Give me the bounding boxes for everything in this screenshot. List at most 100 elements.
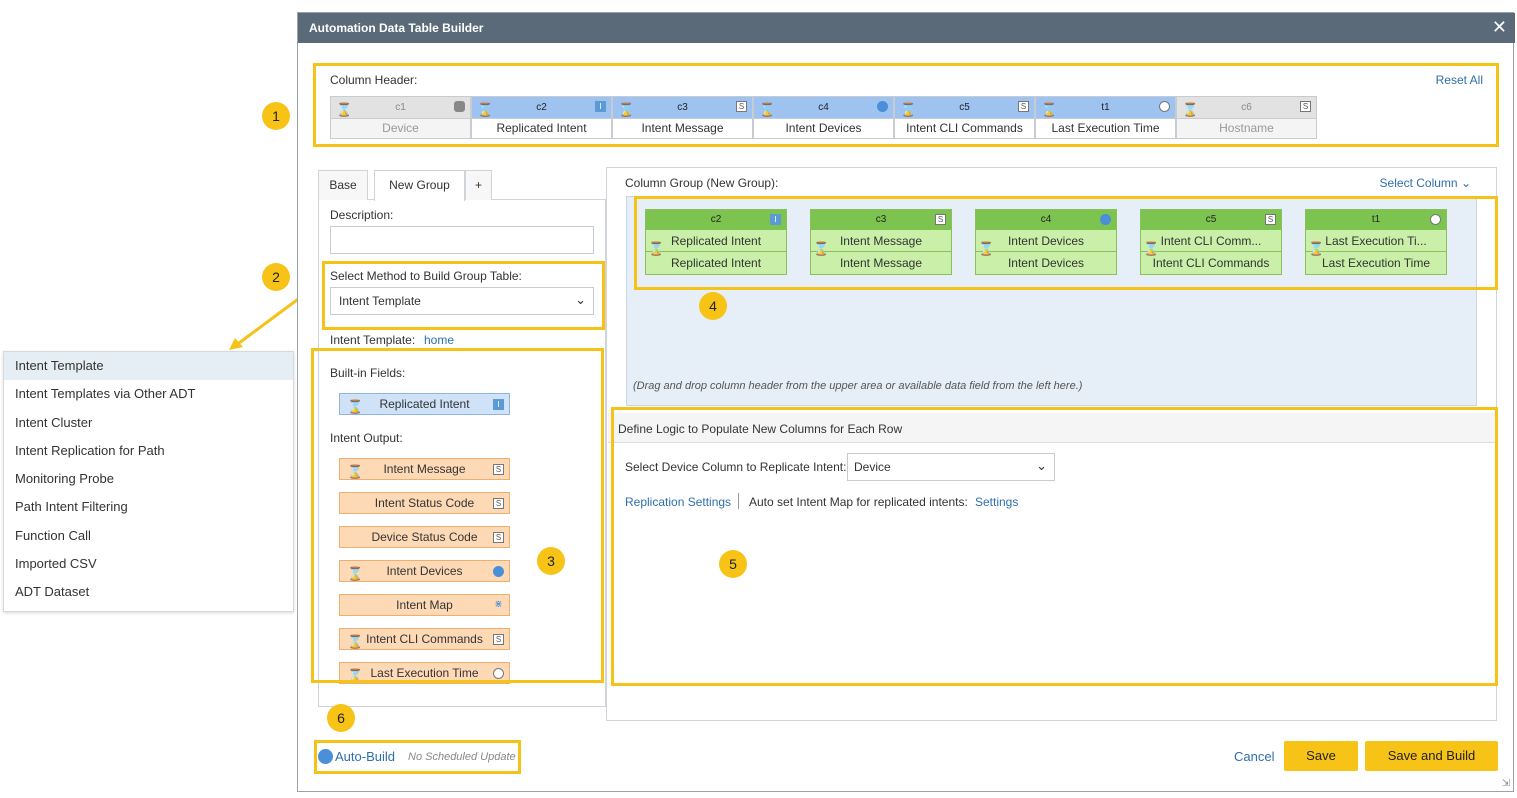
- reset-all-link[interactable]: Reset All: [1436, 73, 1483, 87]
- link-icon: ⌛: [1308, 241, 1325, 256]
- auto-set-label: Auto set Intent Map for replicated inten…: [749, 495, 968, 509]
- description-input[interactable]: [330, 226, 594, 254]
- device-type-icon: [877, 101, 888, 112]
- dropdown-option[interactable]: Intent Template: [4, 352, 293, 381]
- field-intent-cli-commands[interactable]: ⌛ Intent CLI Commands S: [339, 628, 510, 650]
- link-icon: ⌛: [618, 102, 635, 117]
- chevron-down-icon: ⌄: [1036, 458, 1047, 473]
- callout-badge-1: 1: [262, 102, 290, 130]
- link-icon: ⌛: [813, 241, 830, 256]
- link-icon: ⌛: [336, 102, 353, 117]
- link-icon: ⌛: [477, 102, 494, 117]
- device-type-icon: [493, 566, 504, 577]
- chevron-down-icon: ⌄: [1460, 176, 1471, 190]
- logic-title: Define Logic to Populate New Columns for…: [618, 422, 903, 436]
- group-card-t1[interactable]: t1 Last Execution Ti... Last Execution T…: [1305, 209, 1447, 275]
- group-card-c4[interactable]: c4 Intent Devices Intent Devices ⌛: [975, 209, 1117, 275]
- dropdown-option[interactable]: Function Call: [4, 522, 293, 550]
- dropdown-option[interactable]: Intent Cluster: [4, 409, 293, 437]
- field-intent-status-code[interactable]: Intent Status Code S: [339, 492, 510, 514]
- intent-output-label: Intent Output:: [330, 431, 403, 445]
- device-column-select[interactable]: Device ⌄: [847, 453, 1055, 481]
- column-header-c4[interactable]: ⌛ c4 Intent Devices: [753, 96, 894, 139]
- field-replicated-intent[interactable]: ⌛ Replicated Intent I: [339, 393, 510, 415]
- schedule-status: No Scheduled Update: [408, 751, 516, 763]
- column-header-c2[interactable]: ⌛ c2 I Replicated Intent: [471, 96, 612, 139]
- link-icon: ⌛: [900, 102, 917, 117]
- field-intent-message[interactable]: ⌛ Intent Message S: [339, 458, 510, 480]
- string-type-icon: S: [493, 464, 504, 475]
- string-type-icon: S: [493, 532, 504, 543]
- string-type-icon: S: [493, 498, 504, 509]
- field-device-status-code[interactable]: Device Status Code S: [339, 526, 510, 548]
- tab-base[interactable]: Base: [318, 170, 368, 200]
- dropdown-option[interactable]: Intent Replication for Path: [4, 437, 293, 465]
- auto-build-link[interactable]: Auto-Build: [335, 749, 395, 764]
- group-card-c5[interactable]: c5 S Intent CLI Comm... Intent CLI Comman…: [1140, 209, 1282, 275]
- info-type-icon: I: [595, 101, 606, 112]
- clock-icon: [318, 749, 333, 764]
- dialog-title: Automation Data Table Builder: [309, 21, 484, 35]
- builtin-fields-label: Built-in Fields:: [330, 366, 406, 380]
- link-icon: ⌛: [648, 241, 665, 256]
- string-type-icon: S: [1265, 214, 1276, 225]
- callout-badge-4: 4: [699, 292, 727, 320]
- link-icon: ⌛: [1143, 241, 1160, 256]
- replication-settings-link[interactable]: Replication Settings: [625, 495, 731, 509]
- dropzone-hint: (Drag and drop column header from the up…: [633, 380, 1083, 392]
- template-home-link[interactable]: home: [424, 333, 454, 347]
- dialog-title-bar: Automation Data Table Builder ✕: [298, 13, 1515, 43]
- group-card-c3[interactable]: c3 S Intent Message Intent Message ⌛: [810, 209, 952, 275]
- select-column-dropdown[interactable]: Select Column ⌄: [1380, 176, 1471, 190]
- clock-icon: [1430, 214, 1441, 225]
- column-header-c3[interactable]: ⌛ c3 S Intent Message: [612, 96, 753, 139]
- group-card-c2[interactable]: c2 I Replicated Intent Replicated Intent …: [645, 209, 787, 275]
- info-type-icon: I: [493, 399, 504, 410]
- callout-badge-3: 3: [537, 547, 565, 575]
- dropdown-option[interactable]: Intent Templates via Other ADT: [4, 380, 293, 408]
- callout-badge-2: 2: [262, 263, 290, 291]
- link-icon: ⌛: [347, 634, 364, 649]
- column-header-c6[interactable]: ⌛ c6 S Hostname: [1176, 96, 1317, 139]
- method-dropdown-list: Intent Template Intent Templates via Oth…: [3, 351, 294, 612]
- link-icon: ⌛: [347, 399, 364, 414]
- clock-icon: [493, 668, 504, 679]
- link-icon: ⌛: [347, 668, 364, 683]
- column-group-label: Column Group (New Group):: [625, 176, 779, 190]
- save-and-build-button[interactable]: Save and Build: [1365, 741, 1498, 771]
- settings-link[interactable]: Settings: [975, 495, 1018, 509]
- resize-handle[interactable]: ⇲: [1502, 778, 1510, 789]
- cancel-button[interactable]: Cancel: [1234, 749, 1274, 764]
- column-header-t1[interactable]: ⌛ t1 Last Execution Time: [1035, 96, 1176, 139]
- template-label: Intent Template:: [330, 333, 416, 347]
- tab-add[interactable]: +: [465, 170, 492, 200]
- string-type-icon: S: [493, 634, 504, 645]
- save-button[interactable]: Save: [1284, 741, 1358, 771]
- callout-badge-6: 6: [327, 704, 355, 732]
- column-header-label: Column Header:: [330, 73, 418, 87]
- clock-icon: [1159, 101, 1170, 112]
- dropdown-option[interactable]: ADT Dataset: [4, 578, 293, 606]
- info-type-icon: I: [770, 214, 781, 225]
- link-icon: ⌛: [978, 241, 995, 256]
- field-intent-devices[interactable]: ⌛ Intent Devices: [339, 560, 510, 582]
- field-intent-map[interactable]: Intent Map ⋇: [339, 594, 510, 616]
- method-label: Select Method to Build Group Table:: [330, 269, 522, 283]
- description-label: Description:: [330, 208, 394, 222]
- link-icon: ⌛: [1041, 102, 1058, 117]
- close-icon[interactable]: ✕: [1492, 17, 1507, 38]
- dropdown-option[interactable]: Path Intent Filtering: [4, 493, 293, 521]
- column-header-c1[interactable]: ⌛ c1 Device: [330, 96, 471, 139]
- link-icon: ⌛: [347, 464, 364, 479]
- string-type-icon: S: [1300, 101, 1311, 112]
- link-icon: ⌛: [759, 102, 776, 117]
- dropdown-option[interactable]: Monitoring Probe: [4, 465, 293, 493]
- map-type-icon: ⋇: [494, 599, 503, 610]
- method-select[interactable]: Intent Template ⌄: [330, 287, 594, 315]
- tab-new-group[interactable]: New Group: [374, 170, 465, 201]
- string-type-icon: S: [935, 214, 946, 225]
- field-last-execution-time[interactable]: ⌛ Last Execution Time: [339, 662, 510, 684]
- device-column-label: Select Device Column to Replicate Intent…: [625, 460, 847, 474]
- column-header-c5[interactable]: ⌛ c5 S Intent CLI Commands: [894, 96, 1035, 139]
- dropdown-option[interactable]: Imported CSV: [4, 550, 293, 578]
